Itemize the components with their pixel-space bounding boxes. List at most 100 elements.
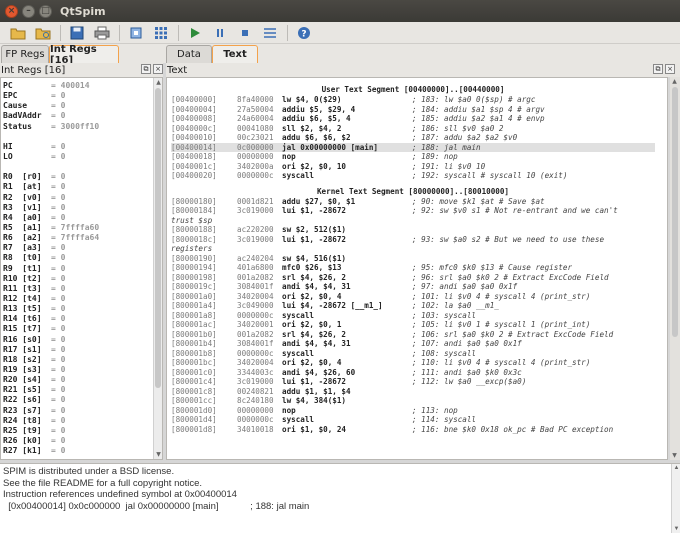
instruction-line[interactable]: [80000190] ac240204 sw $4, 516($1) (171, 254, 655, 264)
instruction-line[interactable]: [800001d8] 34010018 ori $1, $0, 24 ; 116: b… (171, 425, 655, 435)
register-name: PC (3, 81, 13, 90)
instruction-line[interactable]: [800001a8] 0000000c syscall ; 103: syscall (171, 311, 655, 321)
instruction-text: srl $4, $26, 2 (282, 272, 347, 282)
instruction-line[interactable]: [800001c0] 3344003c andi $4, $26, 60 ; 111:… (171, 368, 655, 378)
register-value: = 0 (51, 293, 66, 303)
register-name: R25 [t9] (3, 425, 42, 435)
instruction-comment: ; 108: syscall (412, 348, 477, 358)
clear-registers-icon[interactable] (126, 24, 146, 42)
scroll-up-arrow-icon[interactable]: ▲ (672, 464, 680, 473)
instruction-encoding: 00000000 (237, 405, 274, 415)
pause-icon[interactable] (210, 24, 230, 42)
save-icon[interactable] (67, 24, 87, 42)
instruction-line[interactable]: [0040000c] 00041080 sll $2, $4, 2 ; 186: sl… (171, 124, 655, 134)
scroll-up-arrow-icon[interactable]: ▲ (154, 78, 162, 87)
register-value: = 0 (51, 334, 66, 344)
instruction-comment: ; 97: andi $a0 $a0 0x1f (412, 282, 518, 291)
instruction-address: [800001c0] (171, 367, 217, 377)
instruction-comment: ; 90: move $k1 $at # Save $at (412, 196, 545, 206)
scroll-down-arrow-icon[interactable]: ▼ (154, 450, 162, 459)
reinitialize-icon[interactable] (151, 24, 171, 42)
instruction-line[interactable]: [00400008] 24a60004 addiu $6, $5, 4 ; 185: … (171, 114, 655, 124)
scroll-down-arrow-icon[interactable]: ▼ (670, 451, 679, 460)
instruction-address: [800001d8] (171, 424, 217, 434)
instruction-comment: ; 114: syscall (412, 415, 477, 424)
maximize-window-button[interactable]: □ (39, 4, 52, 18)
print-icon[interactable] (92, 24, 112, 42)
instruction-line[interactable]: [80000180] 0001d821 addu $27, $0, $1 ; 90: … (171, 197, 655, 207)
register-row: R0 [r0] = 0 (3, 172, 162, 182)
toolbar-separator (287, 24, 288, 41)
text-pane-scrollbar[interactable]: ▲ ▼ (670, 77, 680, 460)
instruction-line[interactable]: [800001d4] 0000000c syscall ; 114: syscall (171, 415, 655, 425)
register-value: = 0 (51, 324, 66, 334)
register-name: R13 [t5] (3, 304, 42, 314)
instruction-comment: ; 92: sw $v0 s1 # Not re-entrant and we … (412, 206, 618, 215)
register-row: R3 [v1] = 0 (3, 203, 162, 213)
instruction-line[interactable]: [800001a4] 3c049000 lui $4, -28672 [__m1_]… (171, 301, 655, 311)
instruction-line[interactable]: [800001c8] 00240821 addu $1, $1, $4 (171, 387, 655, 397)
instruction-line[interactable]: [800001d0] 00000000 nop ; 113: nop (171, 406, 655, 416)
instruction-text: lui $1, -28672 (282, 377, 347, 386)
instruction-address: [00400008] (171, 114, 217, 123)
open-folder-icon[interactable] (8, 24, 28, 42)
instruction-comment: ; 113: nop (412, 405, 458, 415)
instruction-address: [800001d0] (171, 405, 217, 415)
tab-fp-regs[interactable]: FP Regs (1, 45, 49, 63)
console-scrollbar[interactable]: ▲ ▼ (671, 464, 680, 533)
register-name: R3 [v1] (3, 202, 42, 212)
instruction-line[interactable]: [00400018] 00000000 nop ; 189: nop (171, 152, 655, 162)
stop-icon[interactable] (235, 24, 255, 42)
instruction-line[interactable]: [800001b4] 3084001f andi $4, $4, 31 ; 107: … (171, 339, 655, 349)
tab-int-regs[interactable]: Int Regs [16] (49, 44, 119, 66)
instruction-line[interactable]: [800001cc] 8c240180 lw $4, 384($1) (171, 396, 655, 406)
instruction-line[interactable]: [00400010] 00c23021 addu $6, $6, $2 ; 187: … (171, 133, 655, 143)
registers-scrollbar[interactable]: ▲ ▼ (153, 78, 162, 459)
instruction-line[interactable]: [8000018c] 3c019000 lui $1, -28672 ; 93: sw… (171, 235, 655, 245)
instruction-text: andi $4, $4, 31 (282, 282, 351, 291)
instruction-line[interactable]: [80000188] ac220200 sw $2, 512($1) (171, 225, 655, 235)
instruction-address: [8000019c] (171, 282, 217, 291)
close-pane-icon[interactable]: × (153, 64, 163, 74)
register-name: R1 [at] (3, 182, 42, 192)
instruction-line[interactable]: [00400020] 0000000c syscall ; 192: syscall … (171, 171, 655, 181)
instruction-line[interactable]: [800001a0] 34020004 ori $2, $0, 4 ; 101: li… (171, 292, 655, 302)
tab-data[interactable]: Data (166, 45, 212, 63)
instruction-encoding: 3084001f (237, 282, 274, 291)
registers-scrollbar-thumb[interactable] (155, 88, 161, 388)
instruction-line[interactable]: [80000184] 3c019000 lui $1, -28672 ; 92: sw… (171, 206, 655, 216)
float-pane-icon[interactable]: ⧉ (141, 64, 151, 74)
register-row: R7 [a3] = 0 (3, 243, 162, 253)
scroll-up-arrow-icon[interactable]: ▲ (670, 77, 679, 86)
scroll-down-arrow-icon[interactable]: ▼ (672, 525, 680, 533)
text-scrollbar-thumb[interactable] (672, 87, 678, 337)
instruction-line[interactable]: [80000194] 401a6800 mfc0 $26, $13 ; 95: mfc… (171, 263, 655, 273)
single-step-icon[interactable] (260, 24, 280, 42)
instruction-line[interactable]: [80000198] 001a2082 srl $4, $26, 2 ; 96: sr… (171, 273, 655, 283)
minimize-window-button[interactable]: – (22, 4, 35, 18)
register-name: R23 [s7] (3, 405, 42, 415)
instruction-text: nop (282, 405, 296, 415)
instruction-line[interactable]: [8000019c] 3084001f andi $4, $4, 31 ; 97: a… (171, 282, 655, 292)
close-pane-icon[interactable]: × (665, 64, 675, 74)
instruction-line[interactable]: [0040001c] 3402000a ori $2, $0, 10 ; 191: l… (171, 162, 655, 172)
instruction-line[interactable]: [800001b8] 0000000c syscall ; 108: syscall (171, 349, 655, 359)
registers-pane-header: Int Regs [16] ⧉ × (0, 63, 163, 77)
float-pane-icon[interactable]: ⧉ (653, 64, 663, 74)
run-icon[interactable] (185, 24, 205, 42)
instruction-line[interactable]: [00400004] 27a50004 addiu $5, $29, 4 ; 184:… (171, 105, 655, 115)
register-value: = 0 (51, 314, 66, 324)
instruction-line[interactable]: [800001bc] 34020004 ori $2, $0, 4 ; 110: li… (171, 358, 655, 368)
close-window-button[interactable]: × (5, 4, 18, 18)
instruction-line[interactable]: [800001c4] 3c019000 lui $1, -28672 ; 112: l… (171, 377, 655, 387)
instruction-line[interactable]: [800001ac] 34020001 ori $2, $0, 1 ; 105: li… (171, 320, 655, 330)
instruction-line[interactable]: [800001b0] 001a2082 srl $4, $26, 2 ; 106: s… (171, 330, 655, 340)
instruction-line[interactable]: [00400000] 8fa40000 lw $4, 0($29) ; 183: lw… (171, 95, 655, 105)
help-icon[interactable]: ? (294, 24, 314, 42)
instruction-comment: ; 103: syscall (412, 310, 477, 320)
instruction-text: lui $1, -28672 (282, 234, 347, 244)
instruction-line[interactable]: [00400014] 0c000000 jal 0x00000000 [main];… (171, 142, 655, 152)
tab-text[interactable]: Text (212, 45, 258, 63)
register-row: R1 [at] = 0 (3, 182, 162, 192)
reload-folder-icon[interactable] (33, 24, 53, 42)
